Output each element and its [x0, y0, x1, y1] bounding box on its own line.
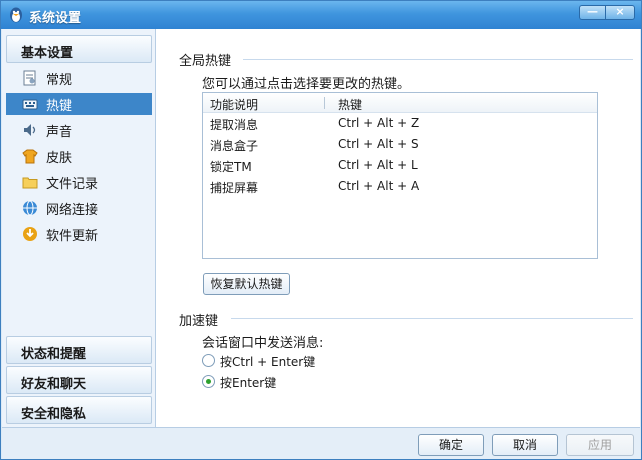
section-title-global-hotkeys: 全局热键 — [179, 54, 232, 69]
table-row[interactable]: 捕捉屏幕 Ctrl + Alt + A — [203, 176, 597, 197]
hotkey-combo: Ctrl + Alt + S — [338, 137, 419, 151]
sidebar-item-label: 皮肤 — [46, 150, 73, 166]
hotkey-function: 提取消息 — [210, 118, 259, 132]
settings-window: 系统设置 — × 基本设置 常规 热键 声音 皮肤 文件记录 网络连接 软件更新… — [0, 0, 642, 460]
close-button[interactable]: × — [605, 5, 635, 20]
sidebar-item-label: 常规 — [46, 72, 73, 88]
radio-enter[interactable] — [202, 375, 215, 388]
settings-doc-icon — [22, 70, 38, 86]
sidebar-item-label: 声音 — [46, 124, 73, 140]
window-title: 系统设置 — [29, 11, 82, 26]
table-row[interactable]: 提取消息 Ctrl + Alt + Z — [203, 113, 597, 134]
section-divider — [231, 318, 633, 319]
sidebar-item-general[interactable]: 常规 — [6, 67, 152, 89]
column-header-hotkey[interactable]: 热键 — [338, 96, 362, 113]
sidebar-header-friends[interactable]: 好友和聊天 — [6, 366, 152, 394]
accelerator-prompt: 会话窗口中发送消息: — [202, 336, 324, 351]
hotkey-hint: 您可以通过点击选择要更改的热键。 — [202, 77, 411, 92]
sidebar-item-label: 网络连接 — [46, 202, 99, 218]
cancel-button[interactable]: 取消 — [492, 434, 558, 456]
sidebar-header-status[interactable]: 状态和提醒 — [6, 336, 152, 364]
sidebar-item-skin[interactable]: 皮肤 — [6, 145, 152, 167]
sidebar-item-sound[interactable]: 声音 — [6, 119, 152, 141]
radio-label-ctrl-enter[interactable]: 按Ctrl + Enter键 — [220, 353, 315, 370]
sidebar-item-file-records[interactable]: 文件记录 — [6, 171, 152, 193]
title-bar[interactable]: 系统设置 — × — [1, 1, 641, 29]
sidebar-item-label: 文件记录 — [46, 176, 99, 192]
dialog-footer: 确定 取消 应用 — [2, 427, 640, 459]
sidebar-item-network[interactable]: 网络连接 — [6, 197, 152, 219]
shirt-icon — [22, 148, 38, 164]
client-area: 基本设置 常规 热键 声音 皮肤 文件记录 网络连接 软件更新 状态和提醒 好友… — [2, 29, 640, 459]
radio-label-enter[interactable]: 按Enter键 — [220, 374, 276, 391]
network-icon — [22, 200, 38, 216]
apply-button[interactable]: 应用 — [566, 434, 634, 456]
hotkey-combo: Ctrl + Alt + A — [338, 179, 420, 193]
hotkey-combo: Ctrl + Alt + L — [338, 158, 418, 172]
ok-button[interactable]: 确定 — [418, 434, 484, 456]
sidebar: 基本设置 常规 热键 声音 皮肤 文件记录 网络连接 软件更新 状态和提醒 好友… — [2, 29, 156, 427]
hotkey-list-header: 功能说明 热键 — [203, 93, 597, 113]
restore-default-hotkeys-button[interactable]: 恢复默认热键 — [203, 273, 290, 295]
sidebar-header-security[interactable]: 安全和隐私 — [6, 396, 152, 424]
hotkey-combo: Ctrl + Alt + Z — [338, 116, 420, 130]
column-separator — [324, 97, 325, 109]
sidebar-item-hotkeys[interactable]: 热键 — [6, 93, 152, 115]
table-row[interactable]: 消息盒子 Ctrl + Alt + S — [203, 134, 597, 155]
minimize-button[interactable]: — — [579, 5, 605, 20]
sidebar-item-label: 热键 — [46, 98, 73, 114]
hotkey-settings-panel: 全局热键 您可以通过点击选择要更改的热键。 功能说明 热键 提取消息 Ctrl … — [157, 29, 640, 427]
section-divider — [243, 59, 633, 60]
sidebar-item-label: 软件更新 — [46, 228, 99, 244]
hotkey-list[interactable]: 功能说明 热键 提取消息 Ctrl + Alt + Z 消息盒子 Ctrl + … — [202, 92, 598, 259]
speaker-icon — [22, 122, 38, 138]
column-header-function[interactable]: 功能说明 — [210, 96, 258, 113]
folder-icon — [22, 174, 38, 190]
keyboard-icon — [22, 96, 38, 112]
table-row[interactable]: 锁定TM Ctrl + Alt + L — [203, 155, 597, 176]
section-title-accelerator: 加速键 — [179, 314, 219, 329]
hotkey-function: 捕捉屏幕 — [210, 181, 259, 195]
sidebar-item-update[interactable]: 软件更新 — [6, 223, 152, 245]
update-icon — [22, 226, 38, 242]
hotkey-function: 消息盒子 — [210, 139, 259, 153]
sidebar-header-basic[interactable]: 基本设置 — [6, 35, 152, 63]
hotkey-function: 锁定TM — [210, 160, 252, 174]
penguin-icon — [10, 7, 22, 23]
radio-ctrl-enter[interactable] — [202, 354, 215, 367]
